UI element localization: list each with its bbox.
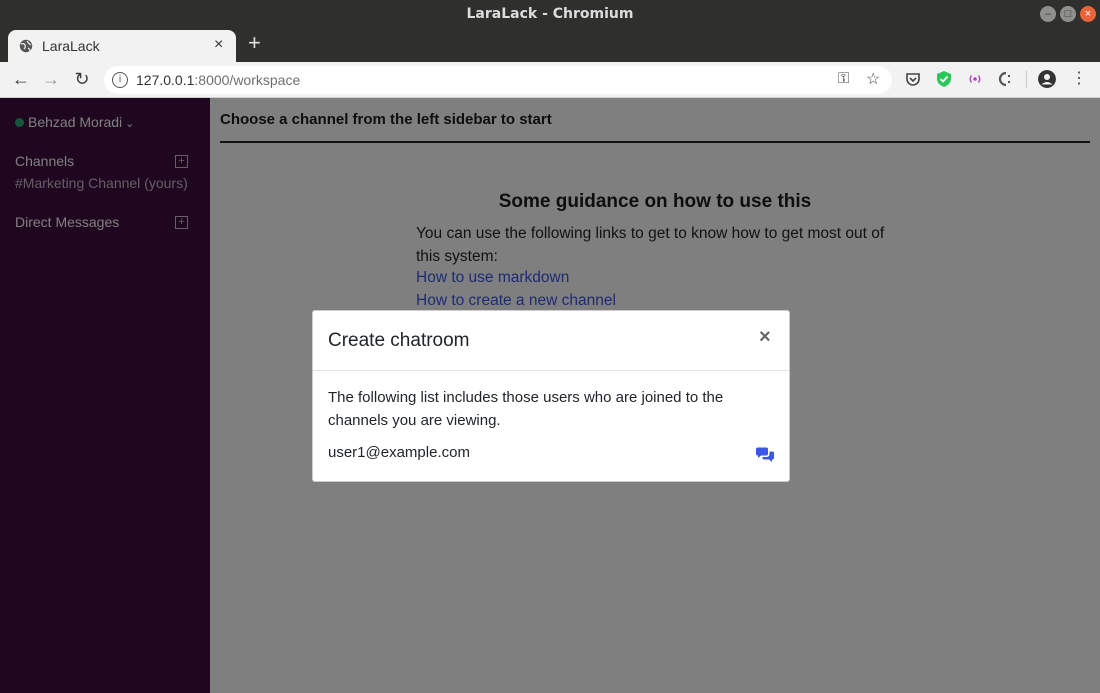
tab-strip: LaraLack × + <box>0 28 1100 62</box>
url-path: :8000/workspace <box>194 72 301 88</box>
shield-extension-icon[interactable] <box>935 70 953 88</box>
start-chat-icon[interactable] <box>755 447 775 463</box>
key-icon[interactable]: ⚿ <box>838 70 849 87</box>
reload-button[interactable]: ↻ <box>71 68 93 90</box>
maximize-button[interactable]: □ <box>1060 6 1076 22</box>
user-list-item-email: user1@example.com <box>328 444 470 461</box>
pocket-icon[interactable] <box>904 70 922 88</box>
toolbar-separator <box>1026 71 1027 88</box>
create-chatroom-modal: Create chatroom × The following list inc… <box>312 310 790 482</box>
broadcast-extension-icon[interactable] <box>966 70 984 88</box>
forward-button[interactable]: → <box>40 68 62 90</box>
browser-toolbar: ← → ↻ i 127.0.0.1:8000/workspace ⚿ ☆ ⋮ <box>0 62 1100 98</box>
bookmark-star-icon[interactable]: ☆ <box>866 69 880 89</box>
window-title: LaraLack - Chromium <box>466 6 634 22</box>
back-button[interactable]: ← <box>10 68 32 90</box>
url-text[interactable]: 127.0.0.1:8000/workspace <box>136 72 300 88</box>
modal-title: Create chatroom <box>328 330 470 351</box>
code-extension-icon[interactable] <box>996 70 1014 88</box>
url-host: 127.0.0.1 <box>136 72 195 88</box>
close-icon[interactable]: × <box>759 326 771 349</box>
modal-header: Create chatroom × <box>313 311 789 371</box>
new-tab-button[interactable]: + <box>248 30 261 56</box>
browser-menu-icon[interactable]: ⋮ <box>1070 70 1088 88</box>
tab-laralack[interactable]: LaraLack × <box>8 30 236 62</box>
modal-description: The following list includes those users … <box>328 389 724 429</box>
address-bar[interactable]: i 127.0.0.1:8000/workspace ⚿ ☆ <box>104 66 892 94</box>
tab-close-icon[interactable]: × <box>214 36 223 54</box>
site-info-icon[interactable]: i <box>112 72 128 88</box>
close-window-button[interactable]: × <box>1080 6 1096 22</box>
profile-avatar-icon[interactable] <box>1038 70 1056 88</box>
window-titlebar: LaraLack - Chromium – □ × <box>0 0 1100 28</box>
tab-title: LaraLack <box>42 38 100 54</box>
globe-icon <box>19 39 33 53</box>
minimize-button[interactable]: – <box>1040 6 1056 22</box>
page-content: Behzad Moradi⌄ Channels + #Marketing Cha… <box>0 98 1100 693</box>
